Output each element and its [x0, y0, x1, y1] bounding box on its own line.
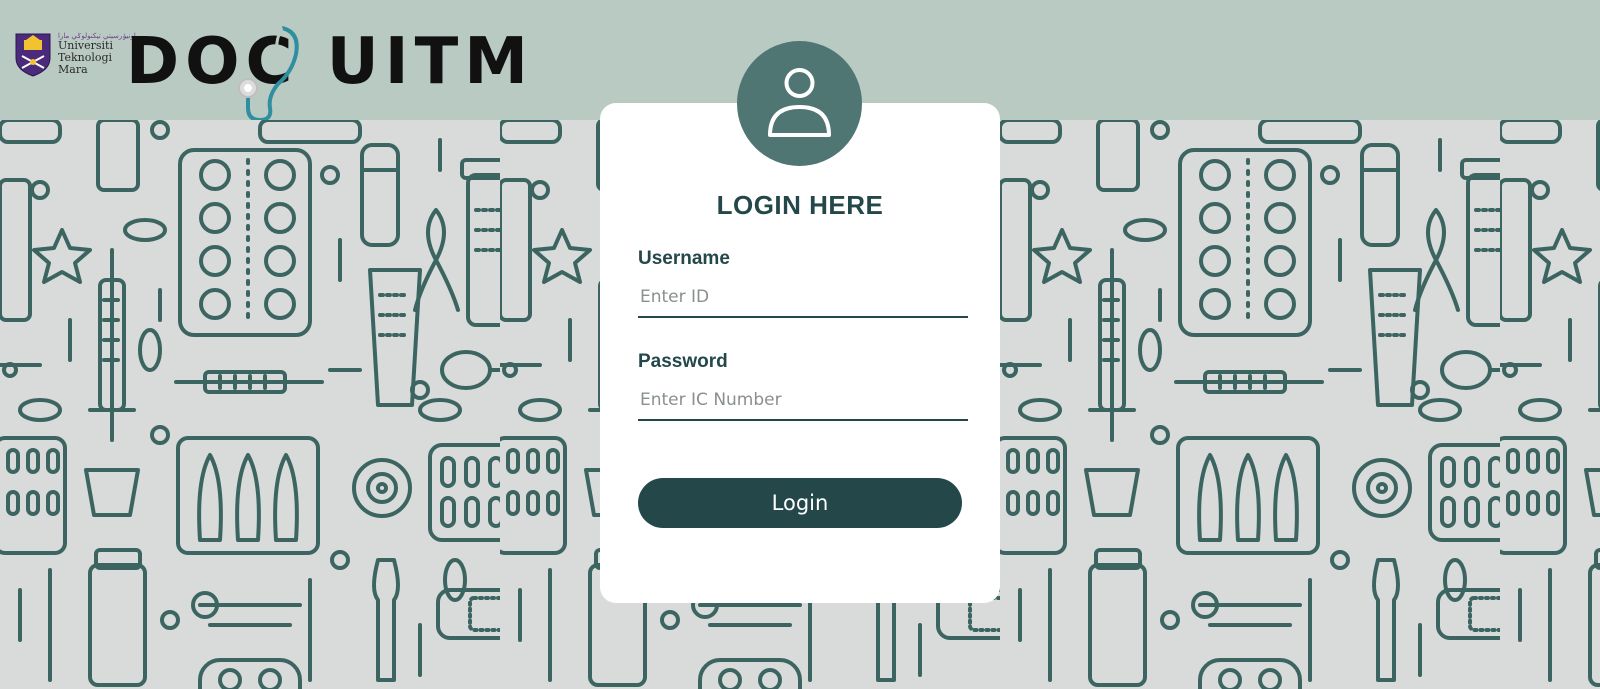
logo[interactable]: اونيۏرسيتي تيكنولوݢي مارا Universiti Tek…	[14, 20, 528, 123]
username-label: Username	[638, 248, 730, 269]
login-button[interactable]: Login	[638, 478, 962, 528]
avatar	[737, 41, 862, 166]
login-title: LOGIN HERE	[716, 190, 884, 220]
university-line-3: Mara	[58, 63, 88, 76]
password-input[interactable]	[638, 381, 968, 421]
brand-wordmark: DOC UITM	[126, 26, 528, 123]
brand-text-right: UITM	[326, 25, 534, 99]
username-input[interactable]	[638, 278, 968, 318]
stethoscope-icon	[238, 26, 299, 123]
university-name: اونيۏرسيتي تيكنولوݢي مارا Universiti Tek…	[58, 32, 136, 76]
brand-text: DOC UITM	[126, 30, 534, 94]
uitm-crest-icon	[15, 33, 51, 77]
password-label: Password	[638, 351, 728, 372]
user-icon	[768, 68, 831, 137]
